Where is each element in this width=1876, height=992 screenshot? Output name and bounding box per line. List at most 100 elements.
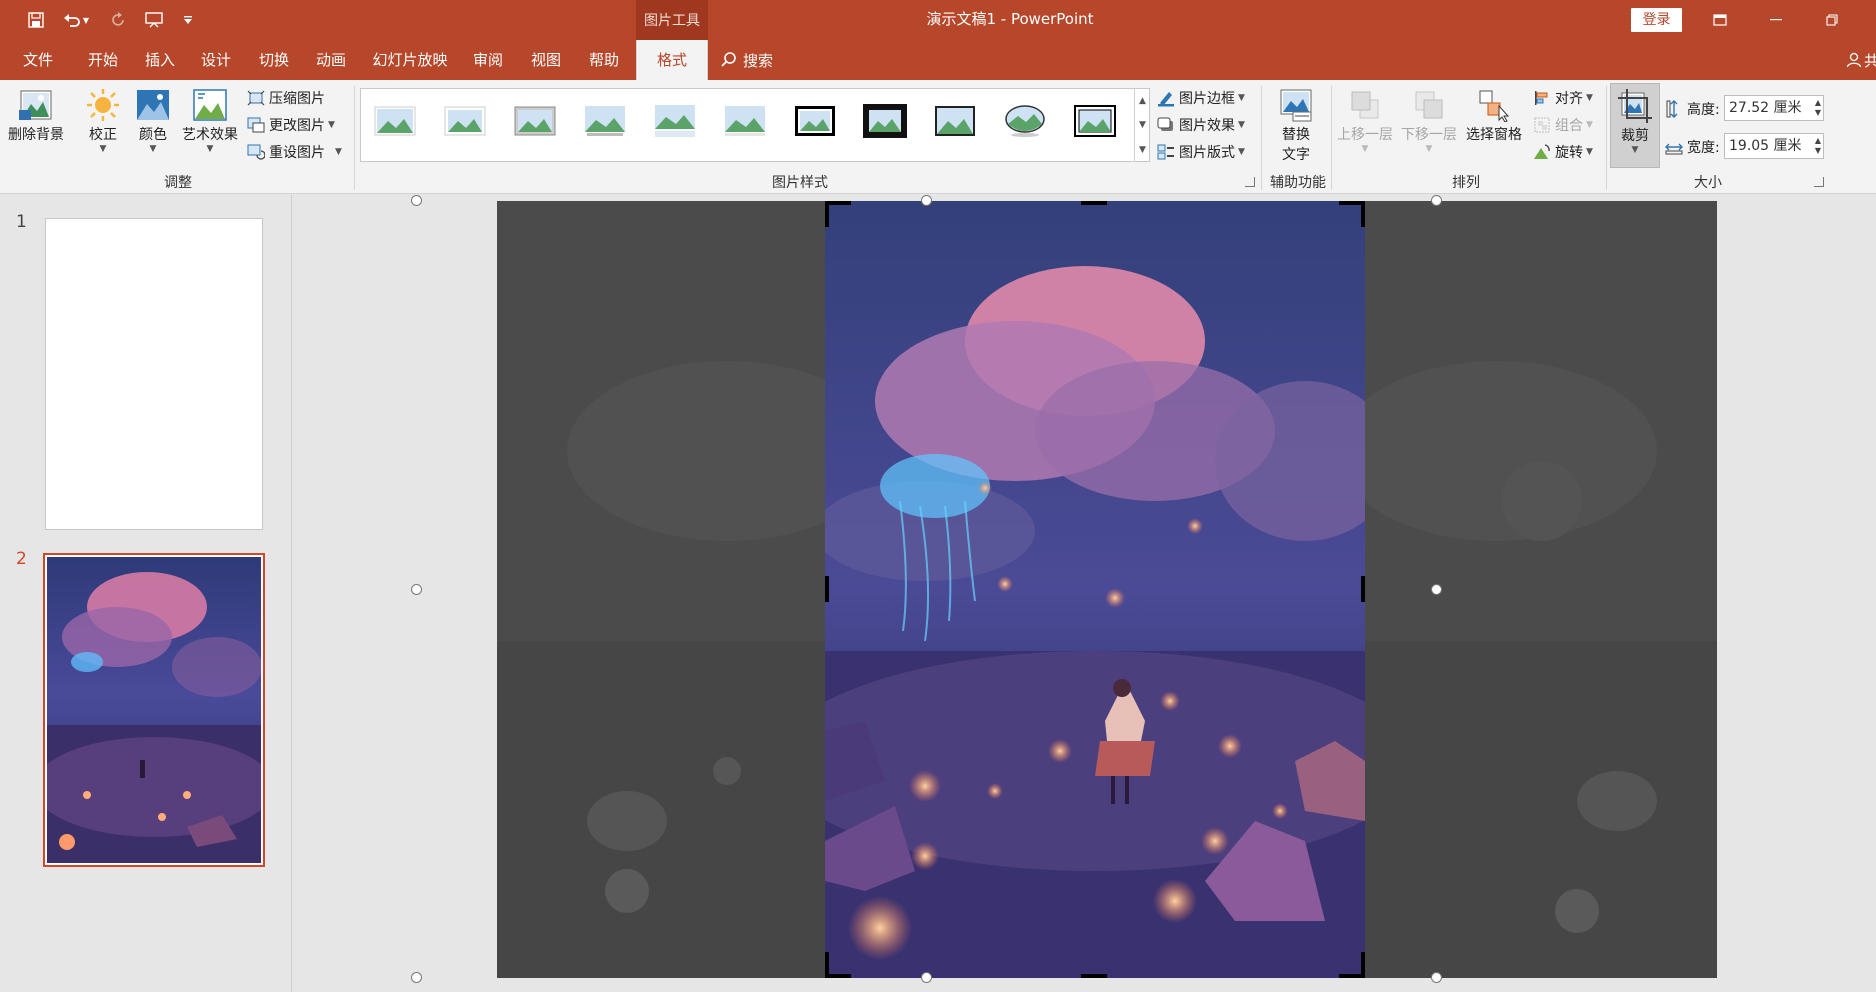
- tab-slideshow[interactable]: 幻灯片放映: [366, 40, 454, 80]
- picture-style-4[interactable]: [583, 103, 627, 139]
- gallery-scroll-up-icon[interactable]: ▲: [1134, 89, 1150, 113]
- height-label-group: 高度:: [1664, 97, 1720, 121]
- tab-home[interactable]: 开始: [78, 40, 128, 80]
- picture-style-5[interactable]: [653, 103, 697, 139]
- crop-handle-right[interactable]: [1361, 576, 1365, 602]
- picture-style-10[interactable]: [1003, 103, 1047, 139]
- tab-review[interactable]: 审阅: [463, 40, 513, 80]
- picture-layout-dropdown-icon: ▼: [1238, 147, 1245, 157]
- slide-thumbnail-2[interactable]: [34, 553, 274, 867]
- tab-insert[interactable]: 插入: [135, 40, 185, 80]
- picture-style-2[interactable]: [443, 103, 487, 139]
- crop-handle-left[interactable]: [825, 576, 829, 602]
- slide-2-thumbnail-image: [34, 557, 274, 863]
- gallery-scroll-down-icon[interactable]: ▼: [1134, 113, 1150, 137]
- selection-pane-button[interactable]: 选择窗格: [1462, 86, 1526, 144]
- picture-effects-button[interactable]: 图片效果 ▼: [1156, 113, 1245, 137]
- picture-style-3[interactable]: [513, 103, 557, 139]
- picture-style-1[interactable]: [373, 103, 417, 139]
- bring-forward-button[interactable]: 上移一层 ▼: [1334, 86, 1396, 154]
- change-picture-button[interactable]: 更改图片 ▼: [246, 113, 335, 137]
- picture-style-6[interactable]: [723, 103, 767, 139]
- group-objects-button[interactable]: 组合 ▼: [1532, 113, 1593, 137]
- crop-handle-top-left-vertical[interactable]: [825, 201, 829, 227]
- height-label: 高度:: [1687, 102, 1720, 118]
- crop-handle-bottom-right-vertical[interactable]: [1361, 952, 1365, 978]
- alt-text-label-line2: 文字: [1282, 147, 1310, 163]
- share-button[interactable]: 共: [1846, 40, 1876, 80]
- resize-handle-bottom[interactable]: [921, 972, 932, 983]
- redo-icon[interactable]: [106, 8, 130, 32]
- resize-handle-top-left[interactable]: [411, 195, 422, 206]
- width-input[interactable]: 19.05 厘米 ▲ ▼: [1724, 133, 1824, 159]
- picture-style-7[interactable]: [793, 103, 837, 139]
- align-button[interactable]: 对齐 ▼: [1532, 86, 1593, 110]
- alt-text-button[interactable]: 替换 文字: [1270, 86, 1322, 164]
- picture-border-button[interactable]: 图片边框 ▼: [1156, 86, 1245, 110]
- slide-editing-canvas[interactable]: [293, 195, 1876, 992]
- tab-format[interactable]: 格式: [636, 40, 708, 80]
- height-icon: [1664, 100, 1684, 118]
- compress-pictures-button[interactable]: 压缩图片: [246, 86, 325, 110]
- picture-style-8[interactable]: [863, 103, 907, 139]
- height-value: 27.52 厘米: [1729, 100, 1802, 116]
- minimize-icon[interactable]: [1756, 6, 1796, 34]
- tab-design[interactable]: 设计: [191, 40, 241, 80]
- present-icon[interactable]: [142, 8, 166, 32]
- picture-layout-button[interactable]: 图片版式 ▼: [1156, 140, 1245, 164]
- title-bar: ▼ 图片工具 演示文稿1 - PowerPoint 登录: [0, 0, 1876, 40]
- tab-animations[interactable]: 动画: [306, 40, 356, 80]
- rotate-button[interactable]: 旋转 ▼: [1532, 140, 1593, 164]
- picture-styles-launcher-icon[interactable]: [1245, 177, 1255, 187]
- adjust-group-label: 调整: [164, 175, 192, 191]
- login-button[interactable]: 登录: [1631, 8, 1682, 32]
- resize-handle-top[interactable]: [921, 195, 932, 206]
- crop-button[interactable]: 裁剪 ▼: [1610, 83, 1660, 168]
- remove-background-button[interactable]: 删除背景: [4, 86, 68, 144]
- width-spinner-icon[interactable]: ▲ ▼: [1815, 136, 1821, 156]
- crop-handle-top[interactable]: [1081, 201, 1107, 205]
- tab-help[interactable]: 帮助: [579, 40, 629, 80]
- selected-picture[interactable]: [825, 201, 1365, 978]
- save-icon[interactable]: [24, 8, 48, 32]
- corrections-button[interactable]: 校正 ▼: [80, 86, 126, 154]
- resize-handle-bottom-right[interactable]: [1431, 972, 1442, 983]
- tab-file[interactable]: 文件: [14, 40, 62, 80]
- crop-handle-top-right-vertical[interactable]: [1361, 201, 1365, 227]
- slide-thumbnail-1[interactable]: [45, 218, 263, 530]
- remove-background-icon: [18, 86, 54, 124]
- customize-icon[interactable]: [178, 8, 198, 32]
- send-backward-button[interactable]: 下移一层 ▼: [1398, 86, 1460, 154]
- alt-text-icon: [1278, 86, 1314, 124]
- context-tab-group-label: 图片工具: [636, 0, 708, 40]
- size-launcher-icon[interactable]: [1814, 177, 1824, 187]
- reset-picture-button[interactable]: 重设图片 ▼: [246, 140, 342, 164]
- picture-style-9[interactable]: [933, 103, 977, 139]
- resize-handle-top-right[interactable]: [1431, 195, 1442, 206]
- group-separator: [354, 86, 355, 190]
- crop-handle-bottom-left-vertical[interactable]: [825, 952, 829, 978]
- tab-view[interactable]: 视图: [521, 40, 571, 80]
- resize-handle-right[interactable]: [1431, 584, 1442, 595]
- remove-background-label: 删除背景: [8, 127, 64, 143]
- powerpoint-window: ▼ 图片工具 演示文稿1 - PowerPoint 登录 文件 开始 插入 设计…: [0, 0, 1876, 992]
- undo-icon[interactable]: ▼: [60, 8, 92, 32]
- tab-transitions[interactable]: 切换: [249, 40, 299, 80]
- gallery-more-icon[interactable]: ▼: [1134, 137, 1150, 162]
- resize-handle-left[interactable]: [411, 584, 422, 595]
- group-separator: [1331, 86, 1332, 190]
- crop-handle-bottom[interactable]: [1081, 974, 1107, 978]
- artistic-effects-button[interactable]: 艺术效果 ▼: [178, 86, 242, 154]
- ribbon-display-options-icon[interactable]: [1700, 6, 1740, 34]
- selection-pane-icon: [1476, 86, 1512, 124]
- picture-style-11[interactable]: [1073, 103, 1117, 139]
- color-button[interactable]: 颜色 ▼: [130, 86, 176, 154]
- picture-border-dropdown-icon: ▼: [1238, 93, 1245, 103]
- height-spinner-icon[interactable]: ▲ ▼: [1815, 98, 1821, 118]
- tell-me-search[interactable]: 搜索: [720, 40, 773, 80]
- picture-styles-gallery[interactable]: ▲ ▼ ▼: [360, 88, 1150, 162]
- restore-icon[interactable]: [1812, 6, 1852, 34]
- reset-picture-dropdown-icon: ▼: [335, 147, 342, 157]
- resize-handle-bottom-left[interactable]: [411, 972, 422, 983]
- height-input[interactable]: 27.52 厘米 ▲ ▼: [1724, 95, 1824, 121]
